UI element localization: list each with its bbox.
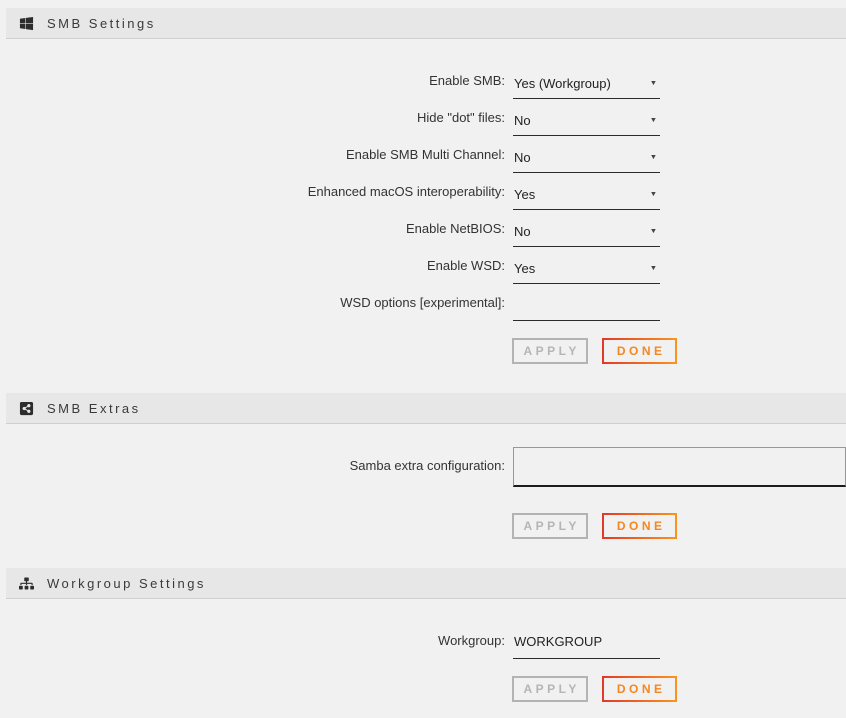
form-row-hide-dot-files: Hide "dot" files: No ▼ bbox=[0, 99, 846, 136]
done-button[interactable]: DONE bbox=[602, 513, 677, 539]
section-header-workgroup-settings: Workgroup Settings bbox=[6, 568, 846, 599]
enable-wsd-select[interactable]: Yes ▼ bbox=[513, 256, 660, 284]
section-title: SMB Settings bbox=[47, 16, 156, 31]
smb-extras-buttons: APPLY DONE bbox=[512, 513, 846, 539]
sitemap-icon bbox=[19, 576, 34, 591]
form-row-enable-netbios: Enable NetBIOS: No ▼ bbox=[0, 210, 846, 247]
section-smb-settings: SMB Settings Enable SMB: Yes (Workgroup)… bbox=[0, 8, 846, 364]
dropdown-caret-icon: ▼ bbox=[650, 117, 658, 124]
field-label: Enable SMB Multi Channel: bbox=[0, 147, 505, 162]
section-workgroup-settings: Workgroup Settings Workgroup: APPLY DONE bbox=[0, 568, 846, 702]
hide-dot-files-select[interactable]: No ▼ bbox=[513, 108, 660, 136]
section-header-smb-settings: SMB Settings bbox=[6, 8, 846, 39]
windows-icon bbox=[19, 16, 34, 31]
dropdown-caret-icon: ▼ bbox=[650, 191, 658, 198]
smb-extras-form: Samba extra configuration: bbox=[0, 424, 846, 487]
form-row-samba-extra-configuration: Samba extra configuration: bbox=[0, 447, 846, 487]
section-title: Workgroup Settings bbox=[47, 576, 206, 591]
form-row-macos-interoperability: Enhanced macOS interoperability: Yes ▼ bbox=[0, 173, 846, 210]
field-label: Enhanced macOS interoperability: bbox=[0, 184, 505, 199]
workgroup-form: Workgroup: bbox=[0, 599, 846, 659]
done-button[interactable]: DONE bbox=[602, 338, 677, 364]
field-label: Workgroup: bbox=[0, 633, 505, 648]
dropdown-caret-icon: ▼ bbox=[650, 228, 658, 235]
done-button[interactable]: DONE bbox=[602, 676, 677, 702]
macos-interoperability-select[interactable]: Yes ▼ bbox=[513, 182, 660, 210]
section-header-smb-extras: SMB Extras bbox=[6, 393, 846, 424]
apply-button[interactable]: APPLY bbox=[512, 513, 588, 539]
select-value: No bbox=[514, 113, 531, 128]
select-value: No bbox=[514, 150, 531, 165]
field-label: Enable WSD: bbox=[0, 258, 505, 273]
apply-button[interactable]: APPLY bbox=[512, 676, 588, 702]
share-square-icon bbox=[19, 401, 34, 416]
field-label: Enable SMB: bbox=[0, 73, 505, 88]
section-title: SMB Extras bbox=[47, 401, 141, 416]
select-value: Yes bbox=[514, 187, 535, 202]
select-value: No bbox=[514, 224, 531, 239]
form-row-enable-wsd: Enable WSD: Yes ▼ bbox=[0, 247, 846, 284]
field-label: WSD options [experimental]: bbox=[0, 295, 505, 310]
form-row-smb-multi-channel: Enable SMB Multi Channel: No ▼ bbox=[0, 136, 846, 173]
dropdown-caret-icon: ▼ bbox=[650, 265, 658, 272]
enable-netbios-select[interactable]: No ▼ bbox=[513, 219, 660, 247]
smb-multi-channel-select[interactable]: No ▼ bbox=[513, 145, 660, 173]
apply-button[interactable]: APPLY bbox=[512, 338, 588, 364]
smb-settings-page: SMB Settings Enable SMB: Yes (Workgroup)… bbox=[0, 0, 846, 718]
samba-extra-configuration-textarea[interactable] bbox=[513, 447, 846, 487]
workgroup-input[interactable] bbox=[513, 631, 660, 659]
section-smb-extras: SMB Extras Samba extra configuration: AP… bbox=[0, 393, 846, 539]
select-value: Yes bbox=[514, 261, 535, 276]
form-row-wsd-options: WSD options [experimental]: bbox=[0, 284, 846, 321]
wsd-options-input[interactable] bbox=[513, 293, 660, 321]
dropdown-caret-icon: ▼ bbox=[650, 80, 658, 87]
smb-settings-form: Enable SMB: Yes (Workgroup) ▼ Hide "dot"… bbox=[0, 39, 846, 321]
field-label: Hide "dot" files: bbox=[0, 110, 505, 125]
enable-smb-select[interactable]: Yes (Workgroup) ▼ bbox=[513, 71, 660, 99]
field-label: Enable NetBIOS: bbox=[0, 221, 505, 236]
select-value: Yes (Workgroup) bbox=[514, 76, 611, 91]
dropdown-caret-icon: ▼ bbox=[650, 154, 658, 161]
form-row-workgroup: Workgroup: bbox=[0, 622, 846, 659]
workgroup-buttons: APPLY DONE bbox=[512, 676, 846, 702]
form-row-enable-smb: Enable SMB: Yes (Workgroup) ▼ bbox=[0, 62, 846, 99]
smb-settings-buttons: APPLY DONE bbox=[512, 338, 846, 364]
field-label: Samba extra configuration: bbox=[0, 447, 505, 473]
